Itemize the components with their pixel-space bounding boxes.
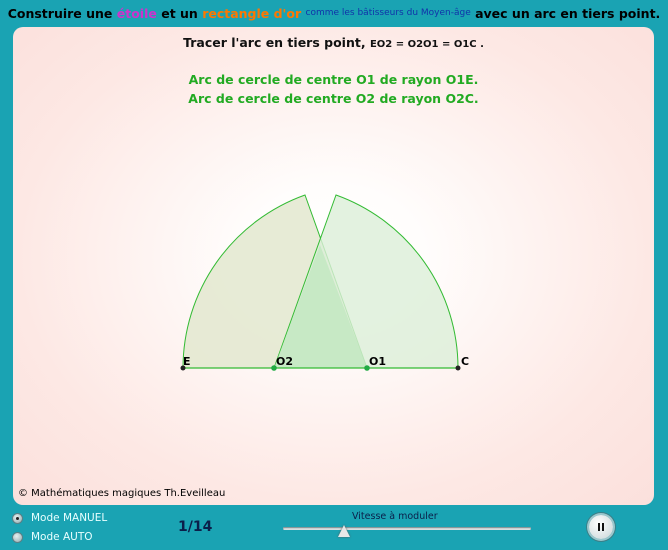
label-e: E [183,355,191,368]
speed-label: Vitesse à moduler [352,511,438,522]
tiers-point-figure: E O2 O1 C [180,194,469,371]
drawing-panel: Tracer l'arc en tiers point, EO2 = O2O1 … [13,27,654,505]
speed-slider-thumb[interactable] [338,525,350,537]
mode-manual-label: Mode MANUEL [31,512,108,524]
copyright-text: © Mathématiques magiques Th.Eveilleau [18,488,226,499]
label-c: C [461,355,469,368]
pause-button[interactable] [589,515,613,539]
title-part-1: Construire une [7,5,113,21]
title-part-2: et un [161,5,198,21]
point-c [455,365,461,371]
radio-auto[interactable] [12,531,23,543]
mode-auto-label: Mode AUTO [31,531,93,543]
title-part-3: comme les bâtisseurs du Moyen-âge [305,8,471,18]
pause-icon-bar [602,523,604,531]
pause-icon [598,523,600,531]
speed-slider-track[interactable] [283,527,531,530]
mode-manual-option[interactable]: Mode MANUEL [12,512,107,524]
title-part-4: avec un arc en tiers point. [475,5,661,21]
mode-auto-option[interactable]: Mode AUTO [12,531,93,543]
label-o2: O2 [276,355,293,368]
title-star-word: étoile [116,5,157,21]
label-o1: O1 [369,355,386,368]
radio-manual[interactable] [12,512,23,524]
page-counter: 1/14 [178,519,213,535]
title-bar: Construire une étoile et un rectangle d'… [0,0,668,26]
title-rectangle-word: rectangle d'or [202,5,302,21]
